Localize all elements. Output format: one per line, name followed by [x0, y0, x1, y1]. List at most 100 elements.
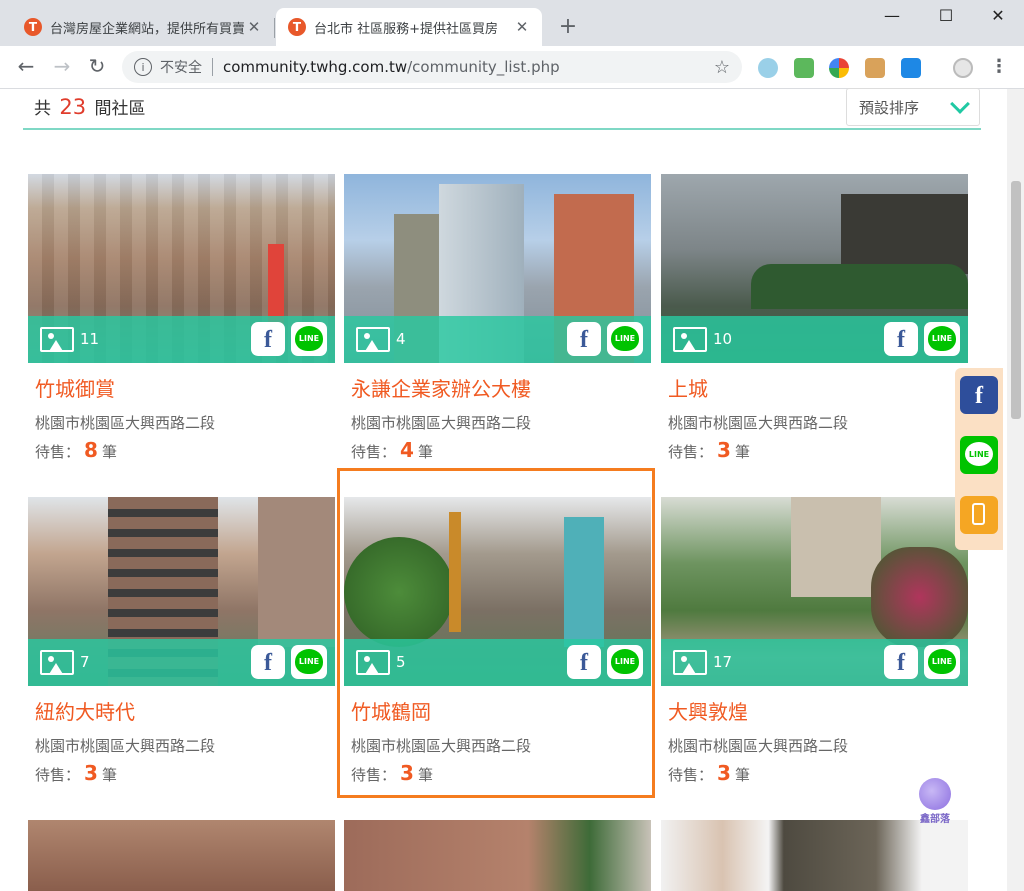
header-divider: [23, 128, 981, 130]
gallery-icon[interactable]: [673, 327, 707, 352]
line-share-icon[interactable]: LINE: [291, 645, 327, 679]
result-count: 共 23 間社區: [34, 94, 146, 119]
line-share-icon[interactable]: LINE: [924, 322, 960, 356]
line-share-icon[interactable]: LINE: [291, 322, 327, 356]
photo-count: 11: [80, 330, 100, 348]
extension-icon-1[interactable]: [758, 58, 778, 78]
community-photo[interactable]: [344, 820, 651, 891]
community-name[interactable]: 永謙企業家辦公大樓: [351, 373, 531, 402]
back-button[interactable]: ←: [14, 54, 38, 78]
community-card[interactable]: 7 f LINE 紐約大時代 桃園市桃園區大興西路二段 待售： 3 筆: [28, 497, 335, 785]
watermark-text: 鑫部落: [920, 814, 950, 825]
browser-tab-1[interactable]: T 台灣房屋企業網站，提供所有買賣 ✕: [12, 8, 274, 46]
watermark-icon: [919, 778, 951, 810]
new-tab-button[interactable]: +: [556, 14, 580, 39]
watermark-logo: 鑫部落: [910, 778, 960, 826]
tab-strip: T 台灣房屋企業網站，提供所有買賣 ✕ T 台北市 社區服務+提供社區買房 ✕ …: [0, 0, 1024, 46]
extension-icon-3[interactable]: [829, 58, 849, 78]
community-photo[interactable]: 4 f LINE: [344, 174, 651, 363]
url-path: /community_list.php: [407, 58, 560, 76]
community-address: 桃園市桃園區大興西路二段: [351, 414, 532, 432]
browser-toolbar: ← → ↻ i 不安全 community.twhg.com.tw/commun…: [0, 46, 1024, 89]
tab-title: 台灣房屋企業網站，提供所有買賣: [50, 21, 244, 37]
scrollbar-thumb[interactable]: [1011, 181, 1021, 419]
community-name[interactable]: 紐約大時代: [35, 696, 135, 725]
close-tab-icon[interactable]: ✕: [512, 18, 532, 36]
community-photo[interactable]: 7 f LINE: [28, 497, 335, 686]
facebook-share-icon[interactable]: f: [251, 645, 285, 679]
facebook-share-icon[interactable]: f: [884, 645, 918, 679]
community-name[interactable]: 上城: [668, 373, 708, 402]
reload-button[interactable]: ↻: [85, 54, 109, 78]
on-sale-count: 待售： 4 筆: [351, 438, 433, 462]
photo-count: 17: [713, 653, 733, 671]
browser-menu-icon[interactable]: ⋮: [990, 56, 1008, 77]
gallery-icon[interactable]: [40, 327, 74, 352]
browser-tab-2[interactable]: T 台北市 社區服務+提供社區買房 ✕: [276, 8, 542, 46]
community-photo[interactable]: [28, 820, 335, 891]
url-host: community.twhg.com.tw: [223, 58, 408, 76]
photo-overlay: 4 f LINE: [344, 316, 651, 363]
count-suffix: 間社區: [94, 99, 146, 119]
photo-count: 10: [713, 330, 733, 348]
minimize-button[interactable]: —: [877, 6, 907, 25]
bookmark-star-icon[interactable]: ☆: [714, 57, 730, 78]
highlight-box: [337, 468, 655, 798]
maximize-button[interactable]: ☐: [931, 6, 961, 25]
count-number: 23: [59, 95, 87, 119]
community-photo[interactable]: 10 f LINE: [661, 174, 968, 363]
gallery-icon[interactable]: [673, 650, 707, 675]
community-card[interactable]: 17 f LINE 大興敦煌 桃園市桃園區大興西路二段 待售： 3 筆: [661, 497, 968, 785]
sort-dropdown[interactable]: 預設排序: [846, 88, 980, 126]
facebook-share-icon[interactable]: f: [567, 322, 601, 356]
community-card[interactable]: 11 f LINE 竹城御賞 桃園市桃園區大興西路二段 待售： 8 筆: [28, 174, 335, 462]
community-card[interactable]: 10 f LINE 上城 桃園市桃園區大興西路二段 待售： 3 筆: [661, 174, 968, 462]
community-photo[interactable]: [661, 820, 968, 891]
facebook-share-icon[interactable]: f: [884, 322, 918, 356]
photo-overlay: 11 f LINE: [28, 316, 335, 363]
photo-count: 4: [396, 330, 406, 348]
site-favicon-icon: T: [24, 18, 42, 36]
gallery-icon[interactable]: [40, 650, 74, 675]
profile-avatar-icon[interactable]: [953, 58, 973, 78]
close-tab-icon[interactable]: ✕: [244, 18, 264, 36]
sort-label: 預設排序: [859, 98, 920, 117]
line-share-icon[interactable]: LINE: [924, 645, 960, 679]
on-sale-count: 待售： 3 筆: [668, 761, 750, 785]
tab-separator: [274, 18, 275, 38]
community-address: 桃園市桃園區大興西路二段: [668, 737, 849, 755]
phone-icon[interactable]: [960, 496, 998, 534]
forward-button[interactable]: →: [50, 54, 74, 78]
line-share-icon[interactable]: LINE: [607, 322, 643, 356]
on-sale-count: 待售： 8 筆: [35, 438, 117, 462]
floating-share-bar: f LINE: [955, 368, 1003, 550]
address-bar[interactable]: i 不安全 community.twhg.com.tw/community_li…: [122, 51, 742, 83]
line-icon[interactable]: LINE: [960, 436, 998, 474]
site-favicon-icon: T: [288, 18, 306, 36]
on-sale-count: 待售： 3 筆: [668, 438, 750, 462]
community-address: 桃園市桃園區大興西路二段: [35, 414, 216, 432]
tab-title: 台北市 社區服務+提供社區買房: [314, 21, 499, 37]
extension-icon-5[interactable]: [901, 58, 921, 78]
facebook-icon[interactable]: f: [960, 376, 998, 414]
photo-overlay: 17 f LINE: [661, 639, 968, 686]
address-divider: [212, 58, 213, 76]
community-address: 桃園市桃園區大興西路二段: [35, 737, 216, 755]
community-card[interactable]: 4 f LINE 永謙企業家辦公大樓 桃園市桃園區大興西路二段 待售： 4 筆: [344, 174, 651, 462]
on-sale-count: 待售： 3 筆: [35, 761, 117, 785]
security-status: 不安全: [160, 60, 202, 76]
community-name[interactable]: 竹城御賞: [35, 373, 115, 402]
extension-icon-2[interactable]: [794, 58, 814, 78]
info-icon[interactable]: i: [134, 58, 152, 76]
community-photo[interactable]: 11 f LINE: [28, 174, 335, 363]
photo-overlay: 10 f LINE: [661, 316, 968, 363]
photo-overlay: 7 f LINE: [28, 639, 335, 686]
page-scrollbar[interactable]: [1007, 89, 1024, 891]
gallery-icon[interactable]: [356, 327, 390, 352]
close-window-button[interactable]: ✕: [983, 6, 1013, 25]
community-photo[interactable]: 17 f LINE: [661, 497, 968, 686]
facebook-share-icon[interactable]: f: [251, 322, 285, 356]
community-name[interactable]: 大興敦煌: [668, 696, 748, 725]
count-prefix: 共: [34, 99, 51, 119]
extension-icon-4[interactable]: [865, 58, 885, 78]
